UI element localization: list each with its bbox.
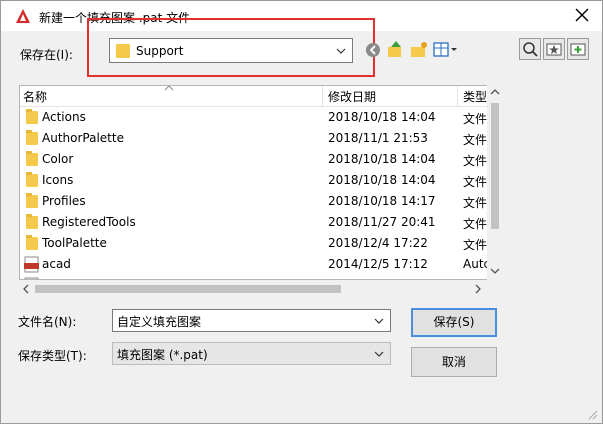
file-modified: 2018/11/27 20:41: [328, 215, 436, 229]
file-type-label: 保存类型(T):: [18, 349, 87, 363]
folder-icon: [26, 214, 38, 229]
view-menu-icon[interactable]: [432, 40, 460, 60]
horizontal-scrollbar[interactable]: [19, 280, 503, 297]
scroll-left-icon[interactable]: [23, 284, 29, 294]
file-type-dropdown[interactable]: 填充图案 (*.pat): [112, 342, 391, 365]
cancel-button-label: 取消: [441, 355, 466, 369]
file-name: acad: [42, 257, 71, 271]
list-header: 名称 修改日期 类型: [20, 86, 502, 107]
file-name: AuthorPalette: [42, 131, 124, 145]
file-name: RegisteredTools: [42, 215, 136, 229]
add-favorite-icon[interactable]: [567, 38, 589, 60]
folder-icon: [26, 172, 38, 187]
vertical-scrollbar[interactable]: [487, 85, 503, 280]
cancel-button[interactable]: 取消: [411, 347, 497, 377]
file-type: 文件: [463, 133, 488, 147]
save-button-label: 保存(S): [433, 315, 475, 329]
file-type: 文件: [463, 154, 488, 168]
folder-icon: [26, 130, 38, 145]
new-folder-icon[interactable]: [408, 40, 430, 60]
column-header-name[interactable]: 名称: [23, 88, 47, 105]
file-name: ToolPalette: [42, 236, 107, 250]
save-in-label: 保存在(I):: [20, 48, 73, 62]
column-header-type[interactable]: 类型: [463, 88, 487, 105]
file-name: Color: [42, 152, 74, 166]
column-divider[interactable]: [322, 86, 323, 106]
vertical-scroll-thumb[interactable]: [491, 103, 499, 229]
back-icon[interactable]: [363, 40, 385, 60]
pat-file-icon: [24, 256, 39, 273]
list-item[interactable]: Icons 2018/10/18 14:04 文件: [20, 170, 490, 191]
chevron-down-icon: [374, 351, 384, 357]
folder-icon: [26, 109, 38, 124]
resize-grip-icon[interactable]: [586, 408, 598, 420]
file-name: Profiles: [42, 194, 86, 208]
folder-icon: [26, 235, 38, 250]
save-dialog: 新建一个填充图案 .pat 文件 保存在(I): Support 名称 修改日期…: [0, 0, 603, 424]
column-header-modified[interactable]: 修改日期: [328, 88, 376, 105]
autocad-logo-icon: [16, 9, 30, 23]
file-name: Actions: [42, 110, 86, 124]
file-modified: 2018/11/1 21:53: [328, 131, 428, 145]
file-type: 文件: [463, 112, 488, 126]
favorites-icon[interactable]: [543, 38, 565, 60]
chevron-down-icon[interactable]: [374, 318, 384, 324]
sort-ascending-icon: [164, 86, 174, 91]
save-button[interactable]: 保存(S): [411, 308, 497, 337]
folder-icon: [26, 193, 38, 208]
scroll-down-icon[interactable]: [490, 268, 500, 274]
file-name-label: 文件名(N):: [18, 315, 77, 329]
scroll-up-icon[interactable]: [490, 89, 500, 95]
folder-icon: [26, 151, 38, 166]
file-type: 文件: [463, 238, 488, 252]
scroll-right-icon[interactable]: [475, 284, 481, 294]
highlight-box: [87, 18, 375, 77]
file-type: 文件: [463, 196, 488, 210]
close-button[interactable]: [572, 5, 592, 25]
file-list[interactable]: 名称 修改日期 类型 Actions 2018/10/18 14:04 文件 A…: [19, 85, 503, 280]
close-icon: [575, 8, 589, 22]
file-type-value: 填充图案 (*.pat): [117, 348, 208, 362]
file-modified: 2018/10/18 14:04: [328, 152, 436, 166]
file-modified: 2018/10/18 14:04: [328, 110, 436, 124]
file-modified: 2018/12/4 17:22: [328, 236, 428, 250]
list-item[interactable]: ToolPalette 2018/12/4 17:22 文件: [20, 233, 490, 254]
file-name-value: 自定义填充图案: [117, 315, 202, 329]
file-name-input[interactable]: 自定义填充图案: [112, 309, 391, 332]
list-item[interactable]: acad 2014/12/5 17:12 Autc: [20, 254, 490, 275]
list-item[interactable]: Actions 2018/10/18 14:04 文件: [20, 107, 490, 128]
list-item[interactable]: RegisteredTools 2018/11/27 20:41 文件: [20, 212, 490, 233]
list-item[interactable]: AuthorPalette 2018/11/1 21:53 文件: [20, 128, 490, 149]
list-item[interactable]: Color 2018/10/18 14:04 文件: [20, 149, 490, 170]
file-type: 文件: [463, 175, 488, 189]
horizontal-scroll-thumb[interactable]: [35, 285, 341, 293]
file-modified: 2018/10/18 14:04: [328, 173, 436, 187]
file-modified: 2014/12/5 17:12: [328, 257, 428, 271]
file-name: Icons: [42, 173, 74, 187]
up-folder-icon[interactable]: [385, 40, 407, 60]
search-icon[interactable]: [519, 38, 541, 60]
list-item[interactable]: Profiles 2018/10/18 14:17 文件: [20, 191, 490, 212]
column-divider[interactable]: [457, 86, 458, 106]
file-type: 文件: [463, 217, 488, 231]
file-modified: 2018/10/18 14:17: [328, 194, 436, 208]
